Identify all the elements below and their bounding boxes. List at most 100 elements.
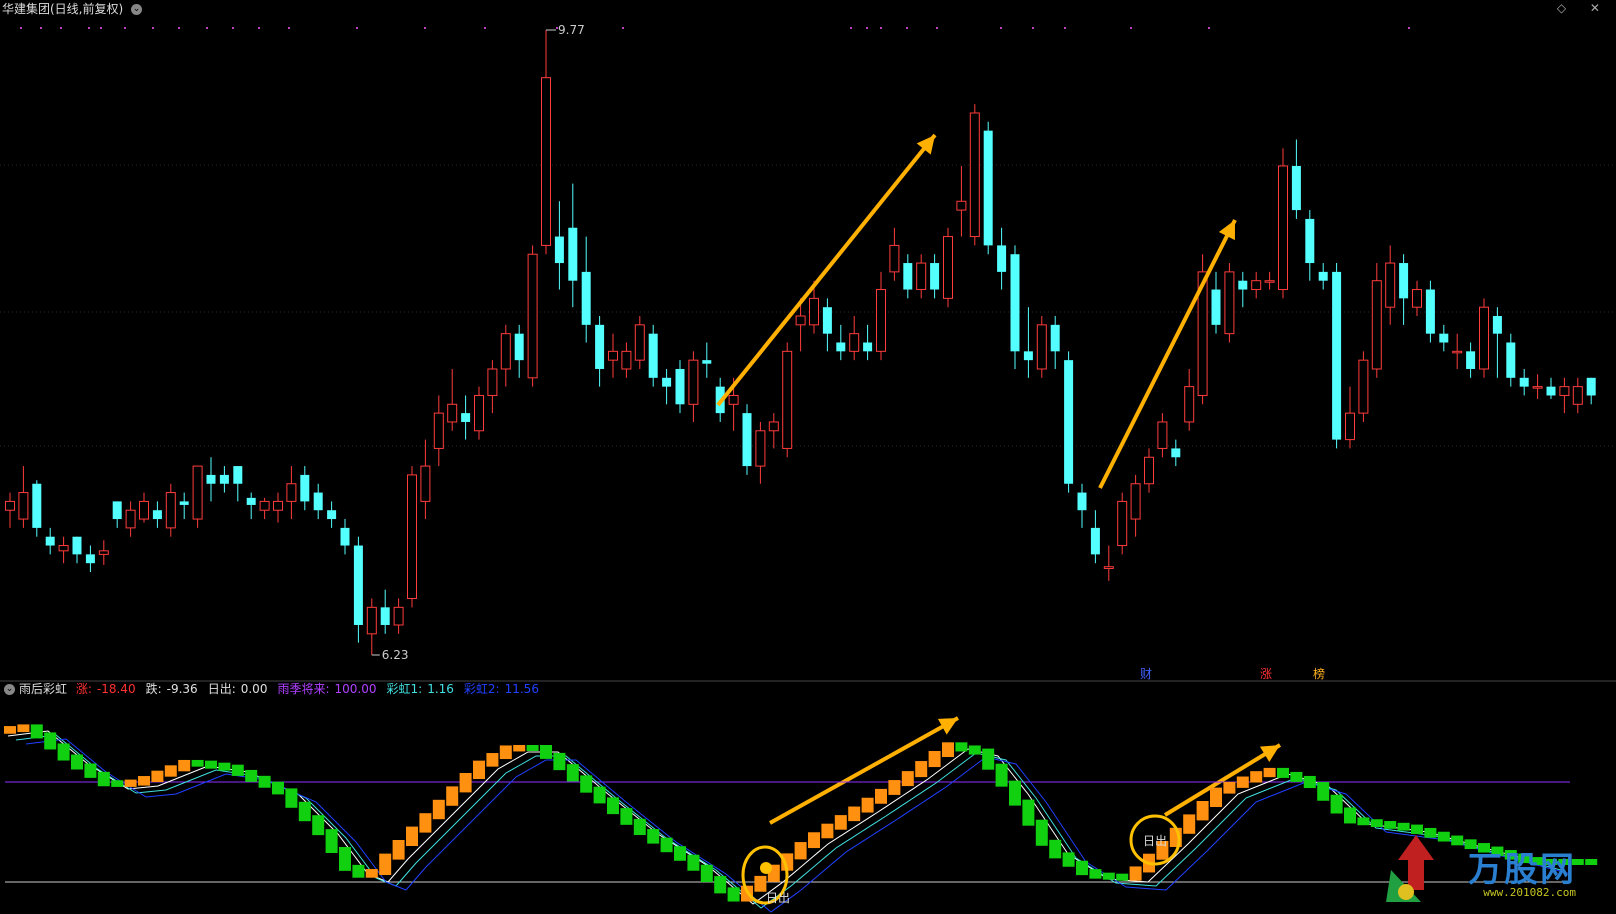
candle-body <box>876 289 886 352</box>
candle-body <box>1358 359 1369 414</box>
candle-body <box>98 550 109 555</box>
indicator-field: 日出: 0.00 <box>208 682 273 696</box>
rise-block <box>459 773 472 793</box>
fall-block <box>553 752 566 771</box>
candle-body <box>1466 351 1476 369</box>
rise-block <box>821 823 834 839</box>
candle-body <box>822 307 832 334</box>
fall-block <box>57 743 70 761</box>
candle-body <box>1586 377 1596 396</box>
rise-block <box>1183 814 1196 834</box>
fall-block <box>245 769 258 782</box>
indicator-field-value: 1.16 <box>427 682 454 696</box>
signal-dot <box>152 27 154 29</box>
rise-block <box>17 724 30 733</box>
candle-body <box>1559 386 1570 396</box>
rise-block <box>124 779 137 787</box>
rise-block <box>754 875 767 892</box>
candle-body <box>32 483 42 528</box>
candle-body <box>916 262 927 291</box>
fall-block <box>674 846 686 861</box>
fall-block <box>205 760 217 769</box>
window-corner-icons[interactable]: ◇ ✕ <box>1557 1 1610 15</box>
fall-block <box>1290 771 1303 782</box>
bottom-markers: 财涨榜 <box>1140 666 1325 681</box>
rise-block <box>178 759 191 772</box>
fall-block <box>580 775 593 793</box>
candle-body <box>125 509 136 529</box>
fall-block <box>1116 873 1129 881</box>
signal-dot <box>1032 27 1034 29</box>
candle-body <box>889 244 900 273</box>
candle-body <box>983 130 993 246</box>
rise-block <box>875 788 887 804</box>
fall-block <box>566 764 579 782</box>
rise-block <box>848 806 861 822</box>
signal-dot <box>258 27 260 29</box>
candle-body <box>246 497 256 505</box>
candle-body <box>1371 280 1382 370</box>
rise-block <box>861 797 874 813</box>
candle-body <box>487 368 498 396</box>
fall-block <box>84 763 97 778</box>
fall-block <box>647 829 660 844</box>
rise-block <box>915 761 928 778</box>
candle-body <box>621 350 632 370</box>
fall-block <box>1303 775 1316 789</box>
indicator-field-value: 100.00 <box>334 682 377 696</box>
candle-body <box>648 333 658 378</box>
candle-body <box>662 377 672 387</box>
top-dots <box>20 27 1410 29</box>
fall-block <box>258 775 271 788</box>
fall-block <box>1277 767 1289 778</box>
candle-body <box>1479 306 1489 370</box>
fall-block <box>995 763 1008 787</box>
candle-body <box>407 474 417 600</box>
fall-block <box>660 837 673 853</box>
candle-body <box>1506 342 1516 378</box>
indicator-field-label: 彩虹1: <box>386 682 423 696</box>
indicator-field-label: 日出: <box>207 682 236 696</box>
bottom-marker: 财 <box>1140 667 1152 681</box>
candle-body <box>568 227 578 281</box>
candle-body <box>634 324 645 361</box>
indicator-field-label: 涨: <box>75 682 92 696</box>
candle-body <box>755 430 766 467</box>
candles <box>5 29 1596 656</box>
candle-body <box>420 465 431 502</box>
candle-body <box>1251 280 1262 291</box>
signal-dot <box>424 27 426 29</box>
fall-block <box>312 815 325 836</box>
candle-body <box>286 483 297 502</box>
candle-body <box>5 500 15 511</box>
high-label: 9.77 <box>558 23 585 37</box>
candle-body <box>728 394 739 405</box>
candle-body <box>233 466 243 484</box>
candle-body <box>514 333 524 361</box>
candle-body <box>219 474 229 484</box>
signal-dot <box>40 27 42 29</box>
candle-body <box>433 412 444 449</box>
candle-body <box>943 236 953 299</box>
watermark-logo: 万股网 www.201082.com <box>1376 830 1616 908</box>
candle-body <box>1291 165 1301 211</box>
signal-dot <box>356 27 358 29</box>
logo-icon <box>1386 835 1434 902</box>
indicator-field-value: -9.36 <box>166 682 198 696</box>
chevron-down-icon[interactable]: ⌄ <box>131 4 143 15</box>
candle-body <box>1050 324 1060 352</box>
rainbow2-line <box>25 738 1572 913</box>
signal-dot <box>1408 27 1410 29</box>
fall-block <box>285 788 298 808</box>
chevron-down-icon[interactable]: ⌄ <box>4 684 15 695</box>
candle-body <box>1224 271 1235 335</box>
rise-block <box>446 786 459 806</box>
indicator-field: 雨季将来: 100.00 <box>277 682 381 696</box>
candle-body <box>1452 350 1463 354</box>
fall-block <box>714 876 727 894</box>
candle-body <box>72 536 82 555</box>
rise-block <box>901 771 914 787</box>
rise-block <box>928 751 941 768</box>
sunrise-label: 日出 <box>1143 834 1167 848</box>
fall-block <box>1317 782 1330 801</box>
